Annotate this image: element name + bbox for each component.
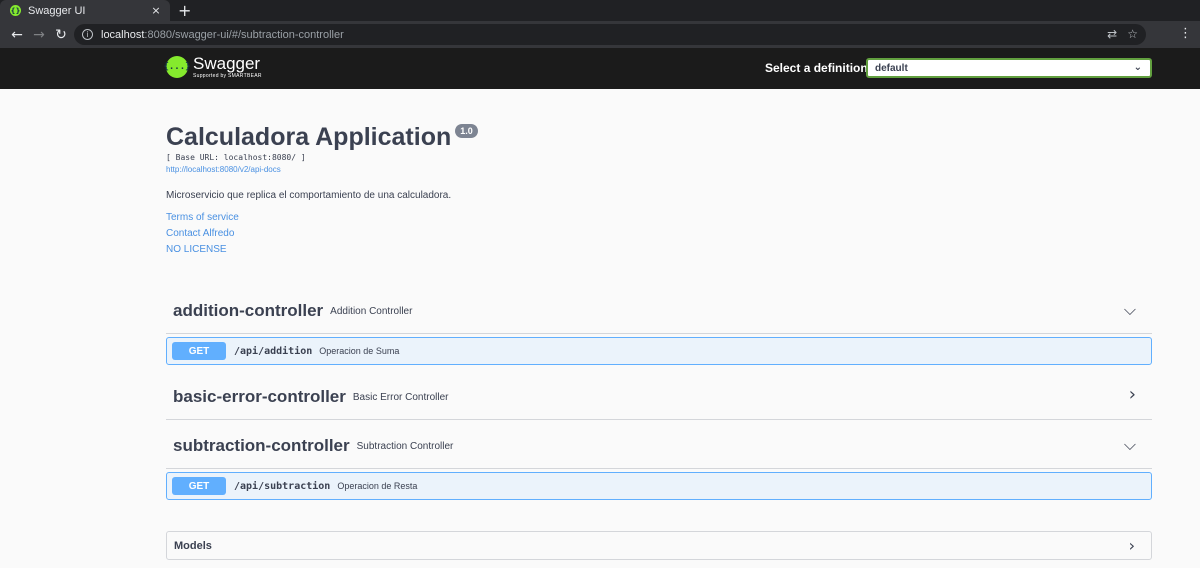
logo-text: Swagger Supported by SMARTBEAR	[193, 55, 262, 79]
tag-name: subtraction-controller	[173, 435, 350, 455]
close-tab-icon[interactable]: ×	[148, 4, 164, 17]
url-text: localhost:8080/swagger-ui/#/subtraction-…	[101, 29, 344, 41]
swagger-topbar: {...} Swagger Supported by SMARTBEAR Sel…	[0, 48, 1200, 89]
title-row: Calculadora Application 1.0	[166, 122, 1152, 152]
definition-label: Select a definition	[765, 61, 868, 75]
models-section[interactable]: Models ›	[166, 531, 1152, 560]
api-docs-link[interactable]: http://localhost:8080/v2/api-docs	[166, 165, 1152, 174]
tag-basic-error-controller[interactable]: basic-error-controller Basic Error Contr…	[166, 374, 1152, 420]
url-host: localhost	[101, 28, 145, 41]
contact-link[interactable]: Contact Alfredo	[166, 229, 1152, 239]
logo-name: Swagger	[193, 54, 261, 73]
chevron-down-icon[interactable]: ⌵	[1124, 300, 1136, 320]
omnibox-actions: ⇄ ☆	[1107, 27, 1138, 41]
operation-get-subtraction[interactable]: GET /api/subtraction Operacion de Resta	[166, 472, 1152, 500]
browser-toolbar: ← → ↻ i localhost:8080/swagger-ui/#/subt…	[0, 21, 1200, 48]
chevron-down-icon[interactable]: ⌵	[1124, 435, 1136, 455]
tag-description: Basic Error Controller	[352, 392, 449, 403]
reload-icon[interactable]: ↻	[50, 27, 72, 43]
swagger-favicon-icon: {}	[10, 5, 21, 16]
method-badge: GET	[172, 477, 226, 495]
version-badge: 1.0	[455, 124, 478, 138]
base-url: [ Base URL: localhost:8080/ ]	[166, 153, 306, 162]
tag-description: Subtraction Controller	[356, 441, 454, 452]
url-path: :8080/swagger-ui/#/subtraction-controlle…	[144, 28, 344, 41]
operation-summary: Operacion de Resta	[337, 481, 418, 491]
new-tab-button[interactable]: +	[178, 1, 191, 20]
api-info: Calculadora Application 1.0 [ Base URL: …	[166, 122, 1152, 255]
operation-summary: Operacion de Suma	[319, 346, 400, 356]
bookmark-star-icon[interactable]: ☆	[1127, 27, 1138, 41]
logo-subtitle: Supported by SMARTBEAR	[193, 73, 262, 79]
operation-get-addition[interactable]: GET /api/addition Operacion de Suma	[166, 337, 1152, 365]
tab-title: Swagger UI	[28, 4, 86, 17]
swagger-logo-icon: {...}	[163, 56, 191, 78]
license-link[interactable]: NO LICENSE	[166, 245, 1152, 255]
operation-path: /api/subtraction	[234, 480, 331, 492]
tag-name: addition-controller	[173, 300, 324, 320]
operation-path: /api/addition	[234, 345, 313, 357]
chevron-right-icon[interactable]: ›	[1129, 384, 1136, 405]
browser-tab[interactable]: {} Swagger UI ×	[0, 0, 170, 21]
definition-value: default	[875, 62, 908, 74]
browser-menu-icon[interactable]: ⋮	[1179, 26, 1192, 41]
tag-name: basic-error-controller	[173, 386, 346, 406]
browser-tabbar: {} Swagger UI × +	[0, 0, 1200, 21]
models-title: Models	[174, 539, 212, 552]
terms-of-service-link[interactable]: Terms of service	[166, 213, 1152, 223]
tag-subtraction-controller[interactable]: subtraction-controller Subtraction Contr…	[166, 423, 1152, 469]
address-bar[interactable]: i localhost:8080/swagger-ui/#/subtractio…	[74, 24, 1146, 45]
method-badge: GET	[172, 342, 226, 360]
swagger-logo[interactable]: {...} Swagger Supported by SMARTBEAR	[163, 55, 262, 79]
tag-description: Addition Controller	[330, 306, 413, 317]
translate-icon[interactable]: ⇄	[1107, 27, 1117, 41]
page-title: Calculadora Application	[166, 123, 452, 151]
site-info-icon[interactable]: i	[82, 29, 93, 40]
tag-addition-controller[interactable]: addition-controller Addition Controller …	[166, 288, 1152, 334]
api-description: Microservicio que replica el comportamie…	[166, 190, 452, 201]
forward-icon[interactable]: →	[28, 27, 50, 43]
chevron-right-icon[interactable]: ›	[1129, 536, 1135, 555]
chevron-down-icon: ⌄	[1133, 62, 1142, 73]
back-icon[interactable]: ←	[6, 27, 28, 43]
definition-select[interactable]: default ⌄	[866, 58, 1152, 78]
